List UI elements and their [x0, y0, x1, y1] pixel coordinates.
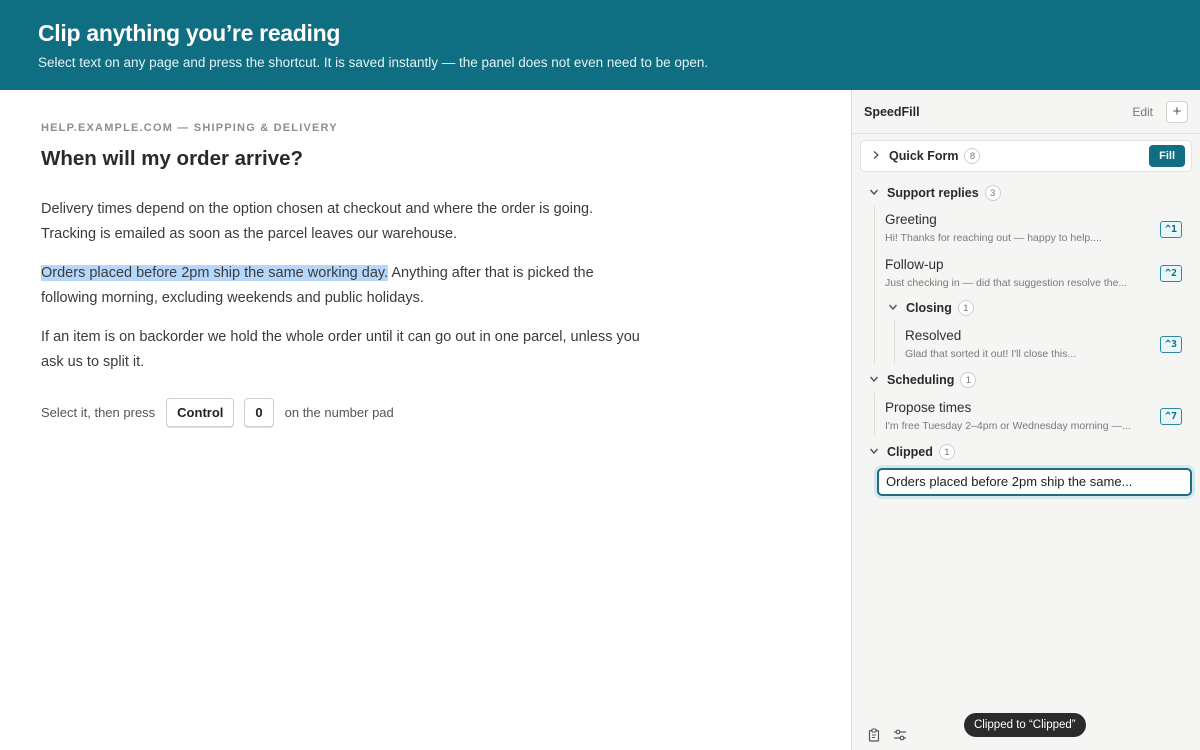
- chevron-down-icon[interactable]: [888, 302, 900, 315]
- toast-notification: Clipped to “Clipped”: [964, 713, 1086, 737]
- quick-form-count: 8: [964, 148, 981, 164]
- snippet-title: Propose times: [885, 400, 972, 415]
- folder-scheduling[interactable]: Scheduling 1: [869, 372, 977, 388]
- folder-count: 3: [984, 185, 1001, 201]
- snippet-preview: Just checking in — did that suggestion r…: [885, 277, 1128, 289]
- header-banner: Clip anything you’re reading Select text…: [0, 0, 1200, 90]
- snippet-title: Follow-up: [885, 257, 944, 272]
- banner-subtitle: Select text on any page and press the sh…: [38, 55, 709, 70]
- snippet-resolved[interactable]: Resolved Glad that sorted it out! I'll c…: [905, 328, 1153, 360]
- quick-form-label: Quick Form: [889, 149, 959, 163]
- chevron-right-icon[interactable]: [871, 150, 883, 163]
- edit-button[interactable]: Edit: [1132, 105, 1153, 119]
- selected-text[interactable]: Orders placed before 2pm ship the same w…: [41, 265, 389, 281]
- chevron-down-icon[interactable]: [869, 187, 881, 200]
- fill-button[interactable]: Fill: [1149, 145, 1185, 167]
- panel-title: SpeedFill: [864, 104, 920, 119]
- instruction-prefix: Select it, then press: [41, 405, 156, 420]
- folder-closing[interactable]: Closing 1: [888, 300, 974, 316]
- instruction-suffix: on the number pad: [284, 405, 394, 420]
- clipboard-icon[interactable]: [866, 727, 882, 743]
- paragraph-delivery-times[interactable]: Delivery times depend on the option chos…: [41, 197, 651, 247]
- page-title: When will my order arrive?: [41, 147, 304, 170]
- tree-guide: [874, 393, 875, 435]
- breadcrumb: HELP.EXAMPLE.COM — SHIPPING & DELIVERY: [41, 122, 338, 134]
- chevron-down-icon[interactable]: [869, 374, 881, 387]
- snippet-title: Greeting: [885, 212, 937, 227]
- panel-header: SpeedFill Edit +: [852, 90, 1200, 134]
- shortcut-badge: ^1: [1160, 221, 1183, 238]
- folder-count: 1: [957, 300, 974, 316]
- banner-title: Clip anything you’re reading: [38, 20, 341, 46]
- key-zero: 0: [244, 398, 274, 427]
- folder-label: Support replies: [887, 186, 979, 200]
- folder-clipped[interactable]: Clipped 1: [869, 444, 955, 460]
- snippet-preview: I'm free Tuesday 2–4pm or Wednesday morn…: [885, 420, 1131, 432]
- tree-guide: [874, 206, 875, 364]
- shortcut-badge: ^2: [1160, 265, 1183, 282]
- snippet-greeting[interactable]: Greeting Hi! Thanks for reaching out — h…: [885, 212, 1153, 244]
- folder-label: Clipped: [887, 445, 933, 459]
- panel-footer: [866, 727, 918, 743]
- snippet-preview: Hi! Thanks for reaching out — happy to h…: [885, 232, 1102, 244]
- snippet-follow-up[interactable]: Follow-up Just checking in — did that su…: [885, 257, 1153, 289]
- key-control: Control: [166, 398, 235, 427]
- folder-count: 1: [960, 372, 977, 388]
- shortcut-instruction: Select it, then press Control 0 on the n…: [41, 398, 810, 427]
- snippet-title: Resolved: [905, 328, 962, 343]
- shortcut-badge: ^7: [1160, 408, 1183, 425]
- folder-count: 1: [938, 444, 955, 460]
- quick-form-row[interactable]: Quick Form 8 Fill: [860, 140, 1192, 172]
- shortcut-badge: ^3: [1160, 336, 1183, 353]
- sliders-icon[interactable]: [892, 727, 908, 743]
- folder-label: Scheduling: [887, 373, 955, 387]
- speedfill-panel: SpeedFill Edit + Quick Form 8 Fill Suppo…: [851, 90, 1200, 750]
- article: HELP.EXAMPLE.COM — SHIPPING & DELIVERY W…: [0, 90, 851, 750]
- snippet-propose-times[interactable]: Propose times I'm free Tuesday 2–4pm or …: [885, 400, 1153, 432]
- folder-support-replies[interactable]: Support replies 3: [869, 185, 1001, 201]
- tree-guide: [894, 320, 895, 364]
- snippet-preview: Glad that sorted it out! I'll close this…: [905, 348, 1077, 360]
- paragraph-backorder[interactable]: If an item is on backorder we hold the w…: [41, 325, 651, 375]
- folder-label: Closing: [906, 301, 952, 315]
- chevron-down-icon[interactable]: [869, 446, 881, 459]
- add-button[interactable]: +: [1166, 100, 1188, 123]
- paragraph-cutoff[interactable]: Orders placed before 2pm ship the same w…: [41, 261, 651, 311]
- clipped-item-field[interactable]: Orders placed before 2pm ship the same..…: [877, 468, 1192, 496]
